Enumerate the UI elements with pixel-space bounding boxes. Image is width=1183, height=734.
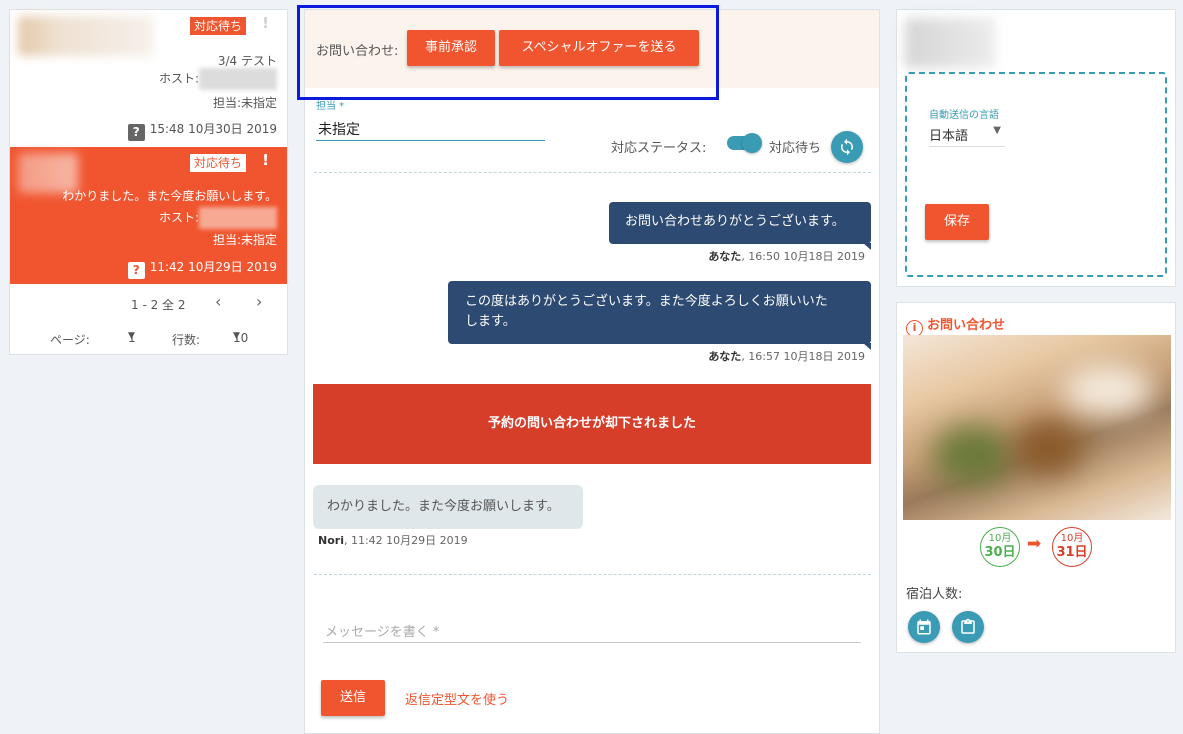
toggle-knob — [742, 133, 762, 153]
message-meta: Nori, 11:42 10月29日 2019 — [318, 532, 468, 548]
guest-avatar-name-blurred — [18, 16, 153, 56]
host-label: ホスト: — [158, 210, 199, 225]
timestamp-row: ? 11:42 10月29日 2019 — [127, 258, 277, 279]
checkout-day: 31日 — [1056, 545, 1088, 560]
assignee-text: 担当:未指定 — [212, 96, 277, 110]
inquiry-card-title-text: お問い合わせ — [927, 318, 1006, 333]
listing-photo-blurred — [903, 335, 1171, 520]
next-page-icon[interactable]: › — [256, 292, 262, 311]
status-badge: 対応待ち — [189, 154, 246, 172]
host-row: ホスト: — [159, 68, 277, 90]
assignee-field[interactable]: 未指定 — [318, 119, 360, 139]
message-input[interactable]: メッセージを書く * — [325, 621, 439, 640]
exclamation-icon[interactable]: ! — [262, 14, 269, 32]
save-button[interactable]: 保存 — [925, 204, 989, 240]
outgoing-message: この度はありがとうございます。また今度よろしくお願いいた します。 — [448, 281, 871, 350]
conversation-thread-panel: お問い合わせ: 事前承認 スペシャルオファーを送る 担当 * 未指定 対応ステー… — [304, 9, 880, 734]
checkin-date: 10月 30日 — [980, 527, 1020, 567]
auto-reply-box: 自動送信の言語 日本語 ▼ 保存 — [905, 72, 1167, 277]
message-meta: あなた, 16:50 10月18日 2019 — [708, 248, 865, 264]
checkout-month: 10月 — [1060, 533, 1084, 544]
question-icon: ? — [127, 262, 145, 279]
message-text: お問い合わせありがとうございます。 — [625, 214, 845, 229]
timestamp: 15:48 10月30日 2019 — [149, 122, 277, 136]
assignee-text: 担当:未指定 — [212, 233, 277, 247]
outgoing-message: お問い合わせありがとうございます。 — [609, 202, 871, 250]
assignee-field-underline — [316, 140, 545, 141]
auto-reply-panel: 自動送信の言語 日本語 ▼ 保存 — [896, 9, 1176, 287]
calendar-icon[interactable] — [908, 611, 940, 643]
language-select[interactable]: 日本語 ▼ — [929, 125, 1005, 147]
reply-template-link[interactable]: 返信定型文を使う — [405, 689, 509, 708]
checkin-month: 10月 — [988, 533, 1012, 544]
question-icon: ? — [127, 124, 145, 141]
language-select-value: 日本語 — [929, 129, 969, 144]
checkin-day: 30日 — [984, 545, 1016, 560]
host-label: ホスト: — [158, 71, 199, 86]
pagination-range: 1 - 2 全 2 — [131, 298, 186, 312]
message-time: , 16:50 10月18日 2019 — [741, 250, 865, 263]
timestamp: 11:42 10月29日 2019 — [149, 260, 277, 274]
dropdown-arrow-icon: ▼ — [233, 331, 240, 341]
divider — [314, 172, 871, 173]
host-row: ホスト: — [159, 207, 277, 229]
auto-reply-language-label: 自動送信の言語 — [929, 110, 999, 121]
status-label: 対応ステータス: — [611, 141, 707, 156]
status-badge: 対応待ち — [189, 17, 246, 35]
message-text: わかりました。また今度お願いします。 — [327, 499, 560, 514]
host-name-blurred — [199, 68, 277, 90]
host-name-blurred — [199, 207, 277, 229]
prev-page-icon[interactable]: ‹ — [215, 292, 221, 311]
message-time: , 16:57 10月18日 2019 — [741, 350, 865, 363]
guest-profile-blurred — [905, 18, 995, 68]
message-sender: あなた — [708, 250, 742, 263]
arrow-right-icon: ➡ — [1027, 534, 1042, 554]
message-text: この度はありがとうございます。また今度よろしくお願いいた — [465, 294, 828, 309]
exclamation-icon[interactable]: ! — [262, 151, 269, 169]
message-time: , 11:42 10月29日 2019 — [343, 534, 468, 547]
inquiry-card: i お問い合わせ 10月 30日 ➡ 10月 31日 宿泊人数: — [896, 302, 1176, 653]
conversation-item-selected[interactable]: 対応待ち ! わかりました。また今度お願いします。 ホスト: 担当:未指定 ? 1… — [10, 147, 287, 284]
dropdown-arrow-icon: ▼ — [128, 331, 135, 341]
last-message-preview: 3/4 テスト — [217, 54, 277, 68]
message-text: します。 — [465, 314, 516, 329]
timestamp-row: ? 15:48 10月30日 2019 — [127, 120, 277, 141]
send-button[interactable]: 送信 — [321, 680, 385, 716]
message-input-underline — [323, 642, 861, 643]
rows-label: 行数: — [172, 333, 201, 347]
divider — [314, 574, 871, 575]
guests-label: 宿泊人数: — [906, 587, 963, 602]
message-sender: あなた — [708, 350, 742, 363]
status-toggle[interactable] — [727, 133, 762, 153]
conversation-item[interactable]: 対応待ち ! 3/4 テスト ホスト: 担当:未指定 ? 15:48 10月30日… — [10, 10, 287, 147]
inquiry-card-title: i お問い合わせ — [906, 314, 1005, 337]
checkout-date: 10月 31日 — [1052, 527, 1092, 567]
sync-icon[interactable] — [831, 131, 863, 163]
dropdown-arrow-icon: ▼ — [993, 125, 1001, 136]
page-label: ページ: — [50, 333, 90, 347]
conversation-list-panel: 対応待ち ! 3/4 テスト ホスト: 担当:未指定 ? 15:48 10月30日… — [9, 9, 288, 355]
last-message-preview: わかりました。また今度お願いします。 — [62, 189, 277, 203]
highlight-box — [297, 5, 719, 100]
clipboard-icon[interactable] — [952, 611, 984, 643]
message-sender: Nori — [318, 534, 344, 547]
declined-banner: 予約の問い合わせが却下されました — [313, 384, 871, 464]
status-value: 対応待ち — [769, 141, 822, 156]
message-meta: あなた, 16:57 10月18日 2019 — [708, 348, 865, 364]
incoming-message: わかりました。また今度お願いします。 — [313, 485, 583, 529]
